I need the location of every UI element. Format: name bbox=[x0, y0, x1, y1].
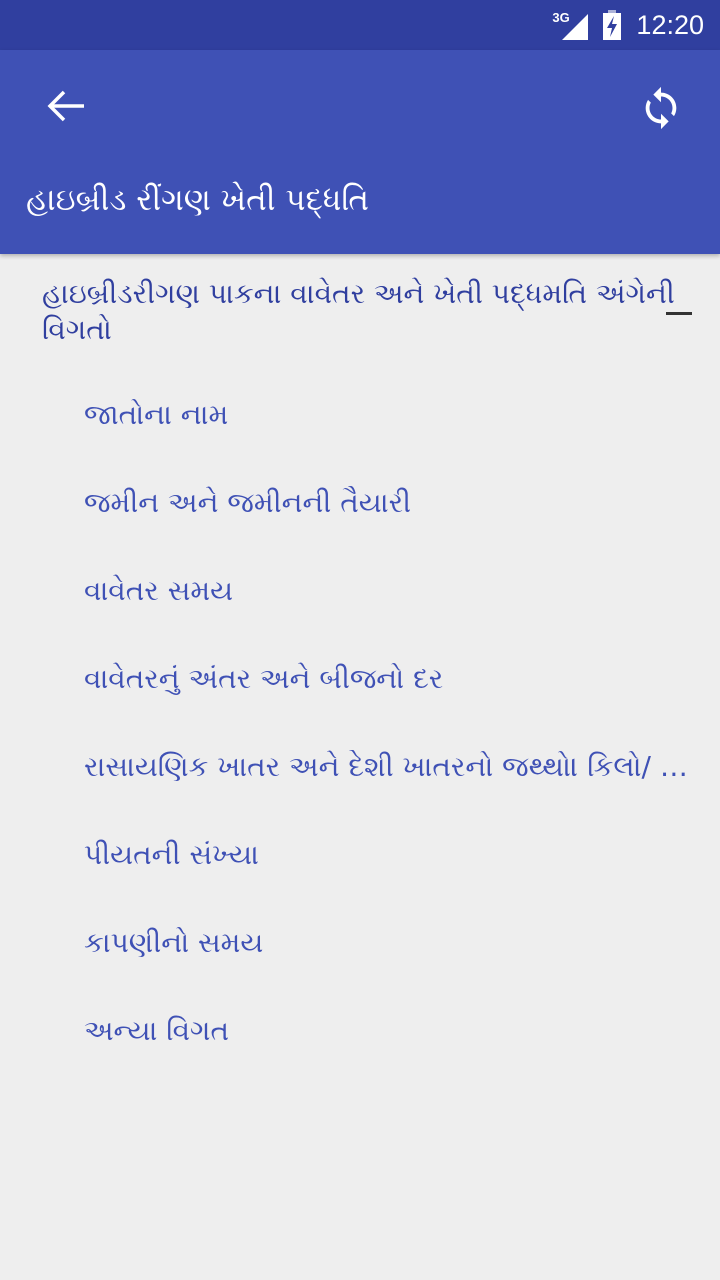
section-heading: હાઇબ્રીડરીગણ પાકના વાવેતર અને ખેતી પદ્ધમ… bbox=[42, 277, 675, 346]
refresh-button[interactable] bbox=[630, 80, 692, 136]
app-bar: હાઇબ્રીડ રીંગણ ખેતી પદ્ધતિ bbox=[0, 50, 720, 254]
list-item[interactable]: વાવેતર સમય bbox=[84, 574, 704, 608]
signal-icon: 3G bbox=[552, 10, 589, 40]
list-item[interactable]: અન્યા વિગત bbox=[84, 1014, 704, 1048]
page-title: હાઇબ્રીડ રીંગણ ખેતી પદ્ધતિ bbox=[26, 182, 369, 218]
battery-charging-icon bbox=[603, 10, 622, 40]
list-item[interactable]: વાવેતરનું અંતર અને બીજનો દર bbox=[84, 662, 704, 696]
list-item[interactable]: પીયતની સંખ્યા bbox=[84, 838, 704, 872]
list-item[interactable]: રાસાયણિક ખાતર અને દેશી ખાતરનો જથ્થો। કિલ… bbox=[84, 750, 704, 784]
status-icons: 3G 12:20 bbox=[552, 0, 704, 50]
back-button[interactable] bbox=[36, 82, 96, 130]
arrow-back-icon bbox=[47, 90, 84, 122]
refresh-icon bbox=[645, 86, 677, 130]
clock: 12:20 bbox=[636, 9, 704, 40]
list-item[interactable]: કાપણીનો સમય bbox=[84, 926, 704, 960]
list-item[interactable]: જાતોના નામ bbox=[84, 398, 704, 432]
heading-underline bbox=[666, 312, 692, 315]
status-bar: 3G 12:20 bbox=[0, 0, 720, 50]
list-item[interactable]: જમીન અને જમીનની તૈયારી bbox=[84, 486, 704, 520]
